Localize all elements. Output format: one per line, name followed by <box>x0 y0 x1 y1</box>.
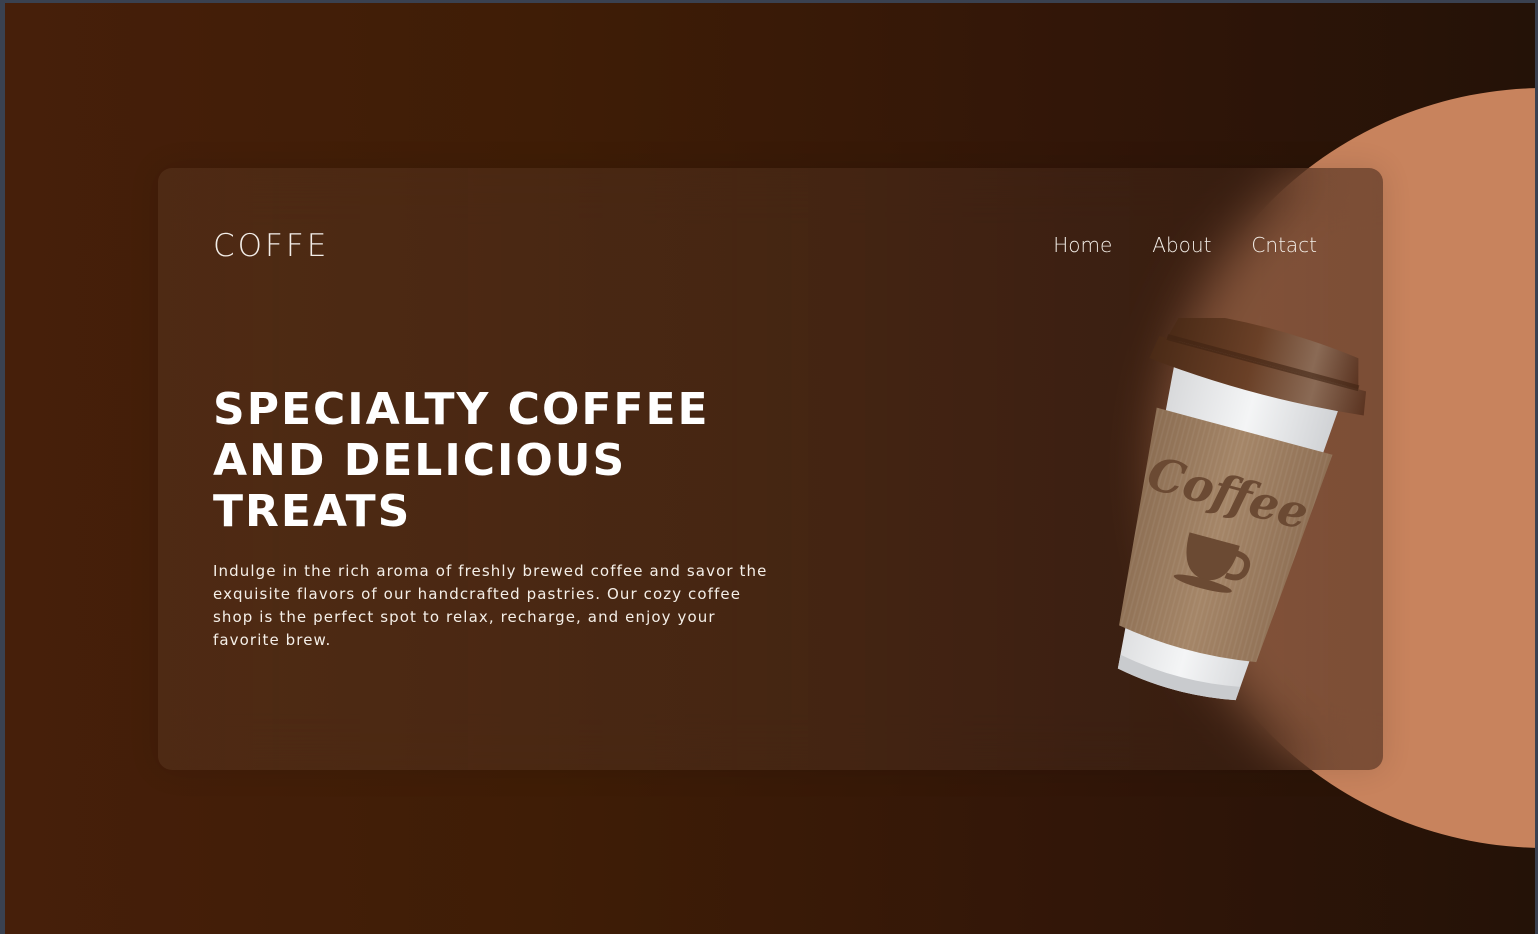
cup-graphic: Coffee <box>1117 318 1367 701</box>
logo[interactable]: COFFE <box>213 228 329 264</box>
nav-home-link[interactable]: Home <box>1053 233 1112 257</box>
hero-description: Indulge in the rich aroma of freshly bre… <box>213 562 768 649</box>
headline-line-1: SPECIALTY COFFEE <box>213 384 710 435</box>
nav-contact-link[interactable]: Cntact <box>1251 233 1317 257</box>
main-nav: Home About Cntact <box>1053 233 1317 257</box>
headline-line-2: AND DELICIOUS <box>213 435 627 486</box>
headline-line-3: TREATS <box>213 486 412 537</box>
page: COFFE Home About Cntact SPECIALTY COFFEE… <box>5 3 1535 934</box>
coffee-cup-image: Coffee <box>1117 318 1367 701</box>
hero-headline: SPECIALTY COFFEE AND DELICIOUS TREATS <box>213 384 773 537</box>
nav-about-link[interactable]: About <box>1152 233 1211 257</box>
